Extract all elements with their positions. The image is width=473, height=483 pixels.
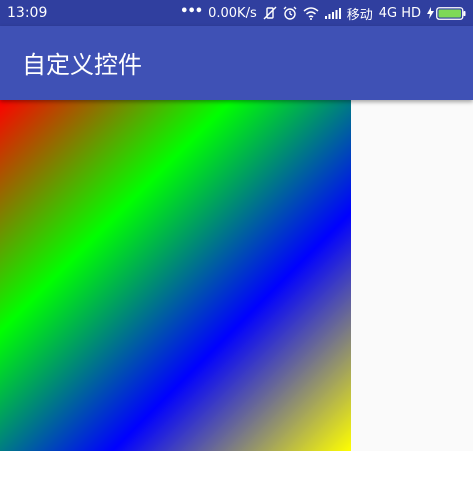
more-dots-icon: ••• [180,3,203,19]
alarm-icon [283,6,297,20]
page-title: 自定义控件 [22,51,142,79]
net-speed: 0.00K/s [208,5,257,21]
battery-icon [436,6,466,20]
battery-indicator [427,6,466,20]
gradient-canvas-view [0,100,351,451]
app-bar: 自定义控件 [0,26,473,100]
status-bar: 13:09 ••• 0.00K/s 移动 4G HD [0,0,473,26]
content-background [0,451,473,483]
wifi-icon [303,6,319,20]
charging-bolt-icon [427,7,434,19]
vibrate-off-icon [263,6,277,20]
status-right: ••• 0.00K/s 移动 4G HD [180,4,466,23]
signal-icon [324,7,341,19]
carrier-label: 移动 [346,7,373,23]
status-time: 13:09 [7,5,48,21]
network-type: 4G HD [378,5,421,21]
status-left: 13:09 [7,5,47,21]
